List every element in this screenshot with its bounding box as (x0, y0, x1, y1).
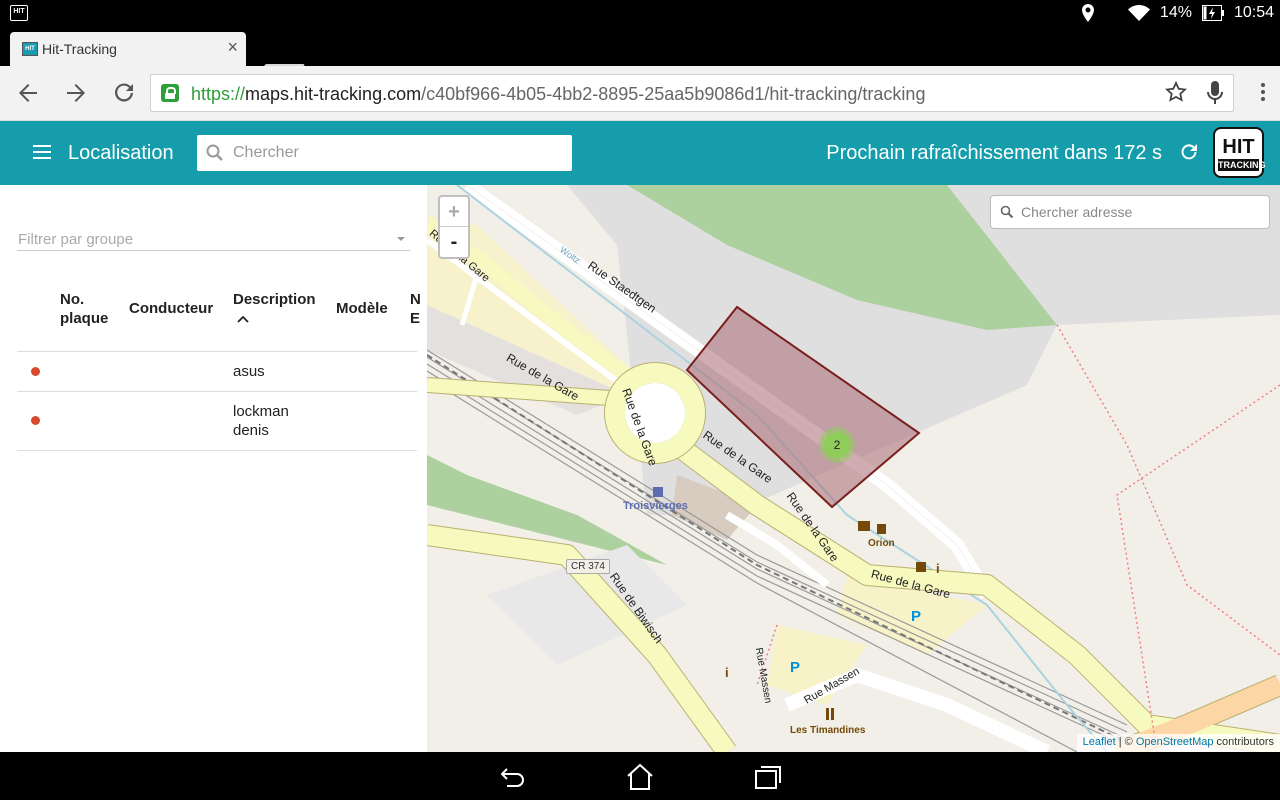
hit-app-icon: HIT (10, 5, 28, 21)
map-label-troisvierges: Troisvierges (623, 500, 688, 512)
arrow-right-icon (67, 84, 85, 102)
search-box[interactable] (197, 135, 572, 171)
status-dot (31, 367, 40, 376)
leaflet-link[interactable]: Leaflet (1083, 736, 1116, 748)
forward-button[interactable] (63, 80, 89, 106)
app-bar: Localisation Prochain rafraîchissement d… (0, 121, 1280, 185)
hamburger-menu-icon[interactable] (33, 145, 51, 159)
table-header: No. plaque Conducteur Description Modèle… (17, 290, 421, 352)
arrow-left-icon (19, 84, 37, 102)
group-filter-placeholder: Filtrer par groupe (18, 231, 134, 248)
wifi-icon (1127, 5, 1150, 21)
search-input[interactable] (233, 135, 563, 171)
table-row[interactable]: asus (17, 352, 417, 392)
column-header-extra[interactable]: N E (410, 290, 421, 328)
url-text[interactable]: https://maps.hit-tracking.com/c40bf966-4… (191, 84, 925, 105)
openstreetmap-link[interactable]: OpenStreetMap (1136, 736, 1214, 748)
parking-icon: P (790, 659, 801, 676)
close-tab-icon[interactable]: × (227, 37, 238, 58)
status-bar: HIT 14% 10:54 (0, 0, 1280, 26)
zoom-in-button[interactable]: + (440, 197, 468, 227)
map-view[interactable]: Woltz Rue Staedtgen Rue de la Gare Rue d… (427, 185, 1280, 752)
favicon-icon: HIT (22, 42, 38, 56)
clock: 10:54 (1233, 4, 1274, 21)
tab-title: Hit-Tracking (42, 41, 117, 57)
row-description: lockman denis (233, 403, 289, 439)
column-header-driver[interactable]: Conducteur (129, 299, 213, 318)
home-nav-icon[interactable] (625, 762, 655, 792)
group-filter-select[interactable]: Filtrer par groupe (17, 225, 410, 251)
refresh-countdown: Prochain rafraîchissement dans 172 s (826, 142, 1162, 164)
reload-button[interactable] (111, 80, 137, 106)
tab-strip: HIT Hit-Tracking × (0, 26, 1280, 82)
column-header-model[interactable]: Modèle (336, 299, 388, 318)
info-poi-icon: i (725, 665, 729, 680)
zoom-control: + - (438, 195, 470, 259)
map-label-cr374: CR 374 (566, 559, 610, 574)
cluster-count: 2 (824, 432, 850, 458)
cluster-marker[interactable]: 2 (819, 427, 855, 463)
info-poi-icon: i (936, 561, 940, 576)
search-icon (1000, 205, 1014, 219)
map-label-orion: Orion (868, 538, 895, 549)
dropdown-caret-icon (397, 237, 405, 241)
address-bar[interactable]: https://maps.hit-tracking.com/c40bf966-4… (150, 74, 1234, 112)
system-nav-bar (0, 752, 1280, 800)
row-description: asus (233, 363, 265, 380)
battery-percent: 14% (1159, 4, 1192, 21)
lock-icon (161, 84, 179, 102)
bookmark-star-icon[interactable] (1165, 81, 1187, 103)
map-label-les-timandines: Les Timandines (790, 725, 866, 736)
battery-charging-icon (1201, 5, 1224, 21)
vehicle-panel: Filtrer par groupe No. plaque Conducteur… (0, 185, 427, 752)
status-dot (31, 416, 40, 425)
back-nav-icon[interactable] (497, 762, 527, 792)
column-header-description[interactable]: Description (233, 290, 316, 328)
column-header-plate[interactable]: No. plaque (60, 290, 108, 328)
browser-toolbar: https://maps.hit-tracking.com/c40bf966-4… (0, 66, 1280, 121)
browser-menu-button[interactable] (1260, 80, 1266, 106)
recent-apps-icon[interactable] (753, 762, 783, 792)
microphone-icon[interactable] (1207, 81, 1223, 105)
table-row[interactable]: lockman denis (17, 392, 417, 451)
refresh-button[interactable] (1178, 141, 1200, 169)
page-title: Localisation (68, 142, 174, 164)
location-icon (1081, 4, 1094, 22)
reload-icon (115, 83, 133, 102)
hit-tracking-logo: HIT TRACKING (1213, 127, 1266, 178)
browser-tab[interactable]: HIT Hit-Tracking × (10, 32, 246, 66)
search-icon (206, 144, 223, 161)
address-search-input[interactable] (1021, 196, 1261, 228)
parking-icon: P (911, 608, 922, 625)
map-attribution: Leaflet | © OpenStreetMap contributors (1076, 734, 1280, 752)
refresh-icon (1181, 144, 1197, 160)
address-search-box[interactable] (990, 195, 1270, 229)
back-button[interactable] (15, 80, 41, 106)
sort-ascending-icon (237, 315, 249, 323)
zoom-out-button[interactable]: - (440, 227, 468, 257)
